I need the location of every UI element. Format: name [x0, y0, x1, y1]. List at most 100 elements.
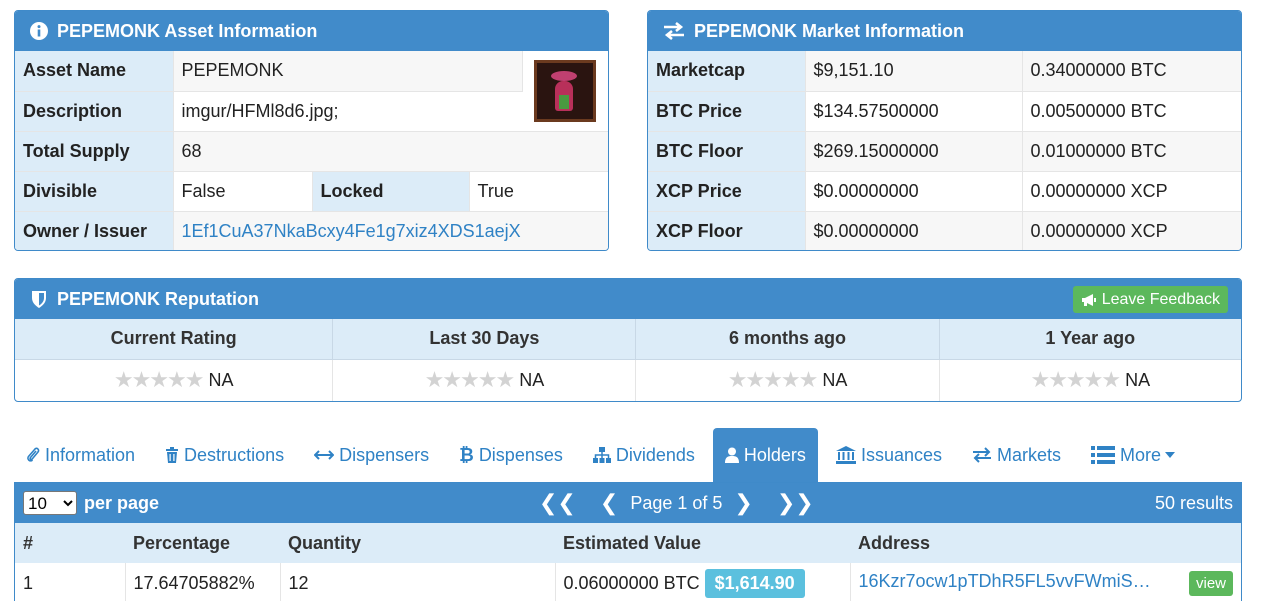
- btc-price-usd: $134.57500000: [805, 91, 1023, 132]
- holders-table: # Percentage Quantity Estimated Value Ad…: [15, 523, 1241, 601]
- table-row: ★★★★★ NA ★★★★★ NA ★★★★★ NA ★★★★★ NA: [15, 358, 1241, 401]
- star-rating-icon: ★★★★★: [113, 367, 205, 393]
- tab-issuances-label: Issuances: [860, 444, 942, 465]
- star-rating-icon: ★★★★★: [727, 367, 819, 393]
- holder-address-link[interactable]: 16Kzr7ocw1pTDhR5FL5vvFWmiS…: [859, 571, 1151, 591]
- owner-label: Owner / Issuer: [15, 211, 174, 250]
- leave-feedback-button[interactable]: Leave Feedback: [1072, 286, 1228, 313]
- tab-dispenses-label: Dispenses: [478, 444, 563, 465]
- xcp-floor-usd: $0.00000000: [805, 211, 1023, 250]
- reputation-header: PEPEMONK Reputation Leave Feedback: [15, 279, 1241, 319]
- quantity-header[interactable]: Quantity: [280, 523, 555, 563]
- market-info-header: PEPEMONK Market Information: [648, 11, 1241, 51]
- market-info-title: PEPEMONK Market Information: [694, 20, 965, 41]
- table-row: BTC Floor $269.15000000 0.01000000 BTC: [648, 131, 1241, 172]
- six-months-header: 6 months ago: [635, 319, 940, 359]
- tab-dispensers[interactable]: Dispensers: [302, 428, 441, 482]
- marketcap-label: Marketcap: [648, 51, 806, 92]
- info-circle-icon: [30, 22, 48, 40]
- one-year-cell: ★★★★★ NA: [939, 358, 1241, 401]
- holders-panel: 10 per page ❮❮ ❮ Page 1 of 5 ❯ ❯❯ 50 res…: [14, 482, 1242, 601]
- table-row: Total Supply 68: [15, 131, 608, 172]
- rank-header[interactable]: #: [15, 523, 125, 563]
- pagination: ❮❮ ❮ Page 1 of 5 ❯ ❯❯: [527, 483, 826, 523]
- market-info-panel: PEPEMONK Market Information Marketcap $9…: [647, 10, 1242, 251]
- six-months-value: NA: [822, 370, 848, 391]
- table-header-row: # Percentage Quantity Estimated Value Ad…: [15, 523, 1241, 563]
- table-row: 1 17.64705882% 12 0.06000000 BTC $1,614.9…: [15, 563, 1241, 601]
- results-count: 50 results: [1154, 492, 1233, 513]
- table-row: Marketcap $9,151.10 0.34000000 BTC: [648, 51, 1241, 92]
- asset-thumbnail[interactable]: [534, 59, 597, 122]
- tab-markets-label: Markets: [996, 444, 1061, 465]
- divisible-label: Divisible: [15, 171, 174, 212]
- tab-issuances[interactable]: Issuances: [824, 428, 954, 482]
- bitcoin-icon: ₿: [459, 444, 474, 465]
- six-months-cell: ★★★★★ NA: [635, 358, 940, 401]
- table-row: Asset Name PEPEMONK: [15, 51, 608, 132]
- percentage-header[interactable]: Percentage: [125, 523, 280, 563]
- estimated-value-header[interactable]: Estimated Value: [555, 523, 850, 563]
- xcp-floor-xcp: 0.00000000 XCP: [1022, 211, 1241, 250]
- current-rating-value: NA: [208, 370, 234, 391]
- tab-information-label: Information: [45, 444, 136, 465]
- per-page-label: per page: [84, 492, 160, 513]
- bank-icon: [835, 446, 856, 464]
- marketcap-btc: 0.34000000 BTC: [1022, 51, 1241, 92]
- xcp-price-usd: $0.00000000: [805, 171, 1023, 212]
- table-row: Divisible False Locked True: [15, 171, 608, 212]
- first-page-button[interactable]: ❮❮: [539, 490, 576, 516]
- tab-dispensers-label: Dispensers: [339, 444, 430, 465]
- bullhorn-icon: [1081, 293, 1096, 306]
- prev-page-button[interactable]: ❮: [600, 490, 618, 516]
- list-icon: [1091, 446, 1115, 464]
- one-year-value: NA: [1125, 370, 1151, 391]
- xcp-floor-label: XCP Floor: [648, 211, 806, 250]
- tab-information[interactable]: Information: [14, 428, 147, 482]
- percentage-cell: 17.64705882%: [125, 563, 281, 601]
- view-button[interactable]: view: [1188, 570, 1233, 596]
- xcp-price-xcp: 0.00000000 XCP: [1022, 171, 1241, 212]
- btc-price-btc: 0.00500000 BTC: [1022, 91, 1241, 132]
- table-row: XCP Floor $0.00000000 0.00000000 XCP: [648, 211, 1241, 250]
- asset-info-table: Asset Name PEPEMONK Description imgur/HF…: [15, 51, 608, 250]
- tab-more[interactable]: More: [1079, 428, 1187, 482]
- locked-value: True: [469, 171, 608, 212]
- exchange-icon: [664, 21, 684, 41]
- tab-destructions[interactable]: Destructions: [153, 428, 296, 482]
- address-header[interactable]: Address: [850, 523, 1241, 563]
- star-rating-icon: ★★★★★: [1030, 367, 1121, 393]
- marketcap-usd: $9,151.10: [805, 51, 1023, 92]
- one-year-header: 1 Year ago: [939, 319, 1241, 359]
- asset-image-cell: [522, 51, 608, 132]
- description-label: Description: [15, 91, 174, 132]
- table-row: BTC Price $134.57500000 0.00500000 BTC: [648, 91, 1241, 132]
- leave-feedback-label: Leave Feedback: [1101, 290, 1220, 308]
- page-size-select[interactable]: 10: [23, 491, 77, 515]
- shield-icon: [32, 291, 46, 308]
- tab-holders[interactable]: Holders: [712, 428, 818, 482]
- next-page-button[interactable]: ❯: [734, 490, 752, 516]
- table-row: Owner / Issuer 1Ef1CuA37NkaBcxy4Fe1g7xiz…: [15, 211, 608, 250]
- page-indicator: Page 1 of 5: [630, 492, 723, 513]
- tab-destructions-label: Destructions: [184, 444, 285, 465]
- holders-toolbar: 10 per page ❮❮ ❮ Page 1 of 5 ❯ ❯❯ 50 res…: [15, 483, 1241, 523]
- tab-dispenses[interactable]: ₿ Dispenses: [447, 428, 575, 482]
- asset-name-label: Asset Name: [15, 51, 174, 92]
- last-30-days-header: Last 30 Days: [332, 319, 637, 359]
- usd-value-badge: $1,614.90: [704, 568, 805, 598]
- btc-floor-label: BTC Floor: [648, 131, 806, 172]
- btc-floor-usd: $269.15000000: [805, 131, 1023, 172]
- asset-info-header: PEPEMONK Asset Information: [15, 11, 608, 51]
- divisible-value: False: [173, 171, 313, 212]
- last-page-button[interactable]: ❯❯: [777, 490, 814, 516]
- exchange-icon: [972, 447, 991, 463]
- owner-address-link[interactable]: 1Ef1CuA37NkaBcxy4Fe1g7xiz4XDS1aejX: [182, 221, 521, 241]
- tab-dividends[interactable]: Dividends: [581, 428, 707, 482]
- tab-markets[interactable]: Markets: [960, 428, 1073, 482]
- current-rating-cell: ★★★★★ NA: [15, 358, 334, 401]
- table-header-row: Current Rating Last 30 Days 6 months ago…: [15, 319, 1241, 359]
- sitemap-icon: [592, 447, 611, 463]
- table-row: XCP Price $0.00000000 0.00000000 XCP: [648, 171, 1241, 212]
- total-supply-value: 68: [173, 131, 608, 172]
